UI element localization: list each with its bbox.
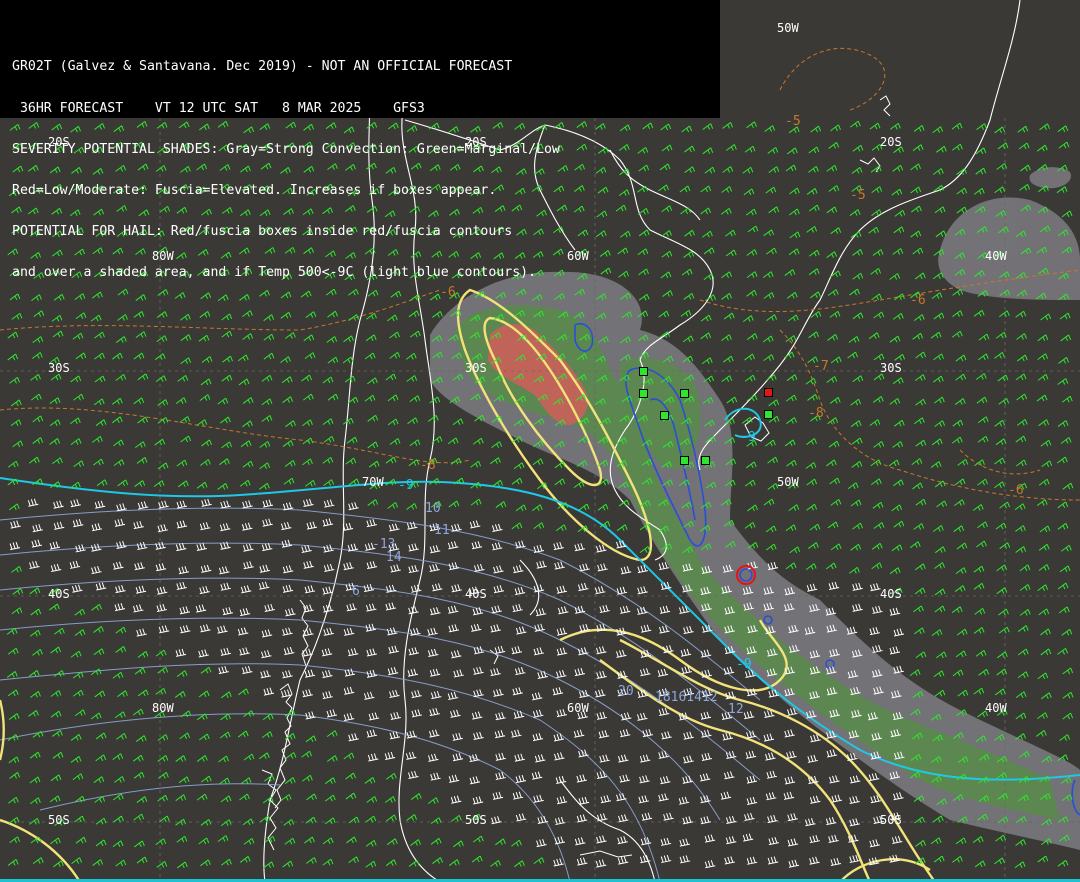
header-line-5: POTENTIAL FOR HAIL: Red/fuscia boxes ins… bbox=[12, 223, 513, 239]
temp-label-minus9-a: -9 bbox=[398, 478, 414, 493]
temp-label-20: 20 bbox=[618, 684, 634, 699]
lon-label-50w-mid: 50W bbox=[777, 475, 799, 489]
temp-label-minus7: -7 bbox=[813, 359, 829, 374]
header-line-3: SEVERITY POTENTIAL SHADES: Gray=Strong C… bbox=[12, 141, 560, 157]
header-line-1: GR02T (Galvez & Santavana. Dec 2019) - N… bbox=[12, 59, 513, 75]
lon-label-70w: 70W bbox=[362, 475, 384, 489]
temp-label-11: 11 bbox=[434, 523, 450, 538]
header-line-6: and over a shaded area, and if Temp 500<… bbox=[12, 264, 537, 280]
temp-label-minus8-a: -8 bbox=[420, 458, 436, 473]
marker-green-6 bbox=[701, 456, 710, 465]
lon-label-80w-upper: 80W bbox=[152, 249, 174, 263]
lat-label-20s-center: 20S bbox=[465, 135, 487, 149]
lat-label-20s-west: 20S bbox=[48, 135, 70, 149]
marker-green-5 bbox=[680, 456, 689, 465]
lat-label-50s-west: 50S bbox=[48, 813, 70, 827]
lat-label-40s-west: 40S bbox=[48, 587, 70, 601]
header-line-2: 36HR FORECAST VT 12 UTC SAT 8 MAR 2025 G… bbox=[12, 100, 425, 116]
lon-label-50w-top: 50W bbox=[777, 21, 799, 35]
temp-label-minus8-b: -8 bbox=[808, 406, 824, 421]
lat-label-50s-center: 50S bbox=[465, 813, 487, 827]
marker-green-4 bbox=[680, 389, 689, 398]
marker-green-3 bbox=[660, 411, 669, 420]
marker-green-8 bbox=[764, 410, 773, 419]
lat-label-30s-east: 30S bbox=[880, 361, 902, 375]
marker-green-2 bbox=[639, 389, 648, 398]
temp-label-minus6-a: -6 bbox=[440, 285, 456, 300]
temp-label-14: 14 bbox=[386, 550, 402, 565]
lon-label-60w-upper: 60W bbox=[567, 249, 589, 263]
temp-label-row: 18161412 bbox=[655, 690, 718, 705]
temp-label-minus6-c: -6 bbox=[1008, 483, 1024, 498]
temp-label-minus5-b: -5 bbox=[850, 188, 866, 203]
lat-label-40s-center: 40S bbox=[465, 587, 487, 601]
header-line-4: Red=Low/Moderate: Fuscia=Elevated. Incre… bbox=[12, 182, 497, 198]
lat-label-30s-west: 30S bbox=[48, 361, 70, 375]
lat-label-20s-east: 20S bbox=[880, 135, 902, 149]
temp-label-12: 12 bbox=[728, 702, 744, 717]
lon-label-80w-lower: 80W bbox=[152, 701, 174, 715]
lon-label-60w-lower: 60W bbox=[567, 701, 589, 715]
lon-label-40w-upper: 40W bbox=[985, 249, 1007, 263]
temp-label-minus9-c: -9 bbox=[736, 657, 752, 672]
lon-label-40w-lower: 40W bbox=[985, 701, 1007, 715]
forecast-header: GR02T (Galvez & Santavana. Dec 2019) - N… bbox=[0, 0, 720, 279]
lat-label-30s-center: 30S bbox=[465, 361, 487, 375]
temp-label-minus9-b: -9 bbox=[740, 430, 756, 445]
marker-red-1 bbox=[764, 388, 773, 397]
temp-label-10: 10 bbox=[425, 501, 441, 516]
temp-label-16: 6 bbox=[352, 584, 360, 599]
marker-green-1 bbox=[639, 367, 648, 376]
temp-label-minus5-a: -5 bbox=[785, 114, 801, 129]
temp-label-minus6-b: -6 bbox=[910, 293, 926, 308]
lat-label-50s-east: 50S bbox=[880, 813, 902, 827]
lat-label-40s-east: 40S bbox=[880, 587, 902, 601]
